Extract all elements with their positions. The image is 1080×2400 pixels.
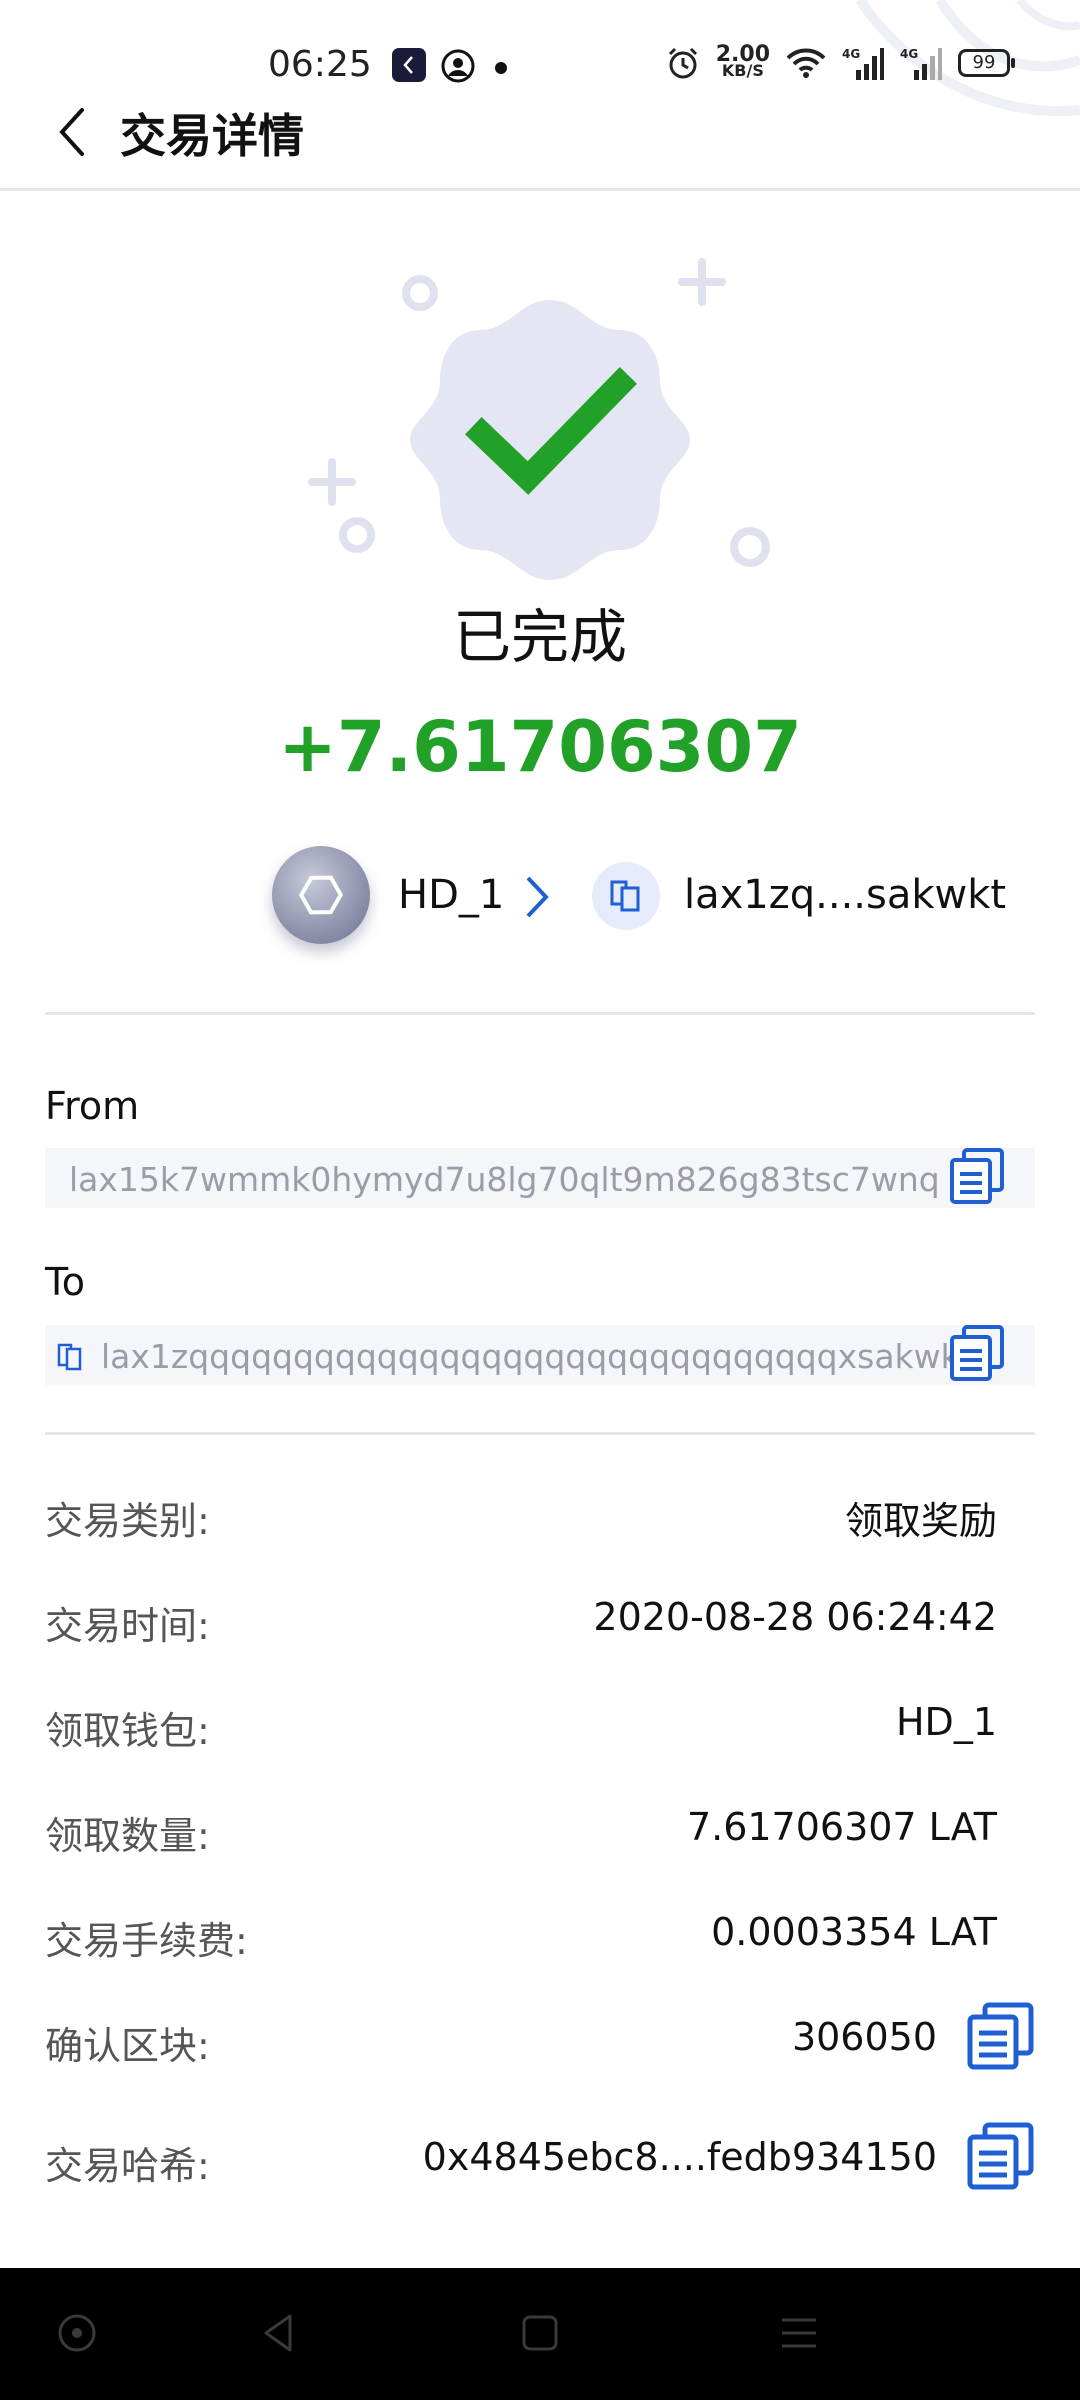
network-speed-unit: KB/S	[721, 61, 764, 80]
menu-nav-icon[interactable]	[776, 2310, 822, 2356]
wifi-icon	[786, 48, 826, 78]
network-speed: 2.00 KB/S	[716, 44, 770, 80]
detail-label: 交易时间:	[45, 1604, 210, 1648]
detail-label: 领取钱包:	[45, 1709, 210, 1753]
detail-value: 0.0003354 LAT	[711, 1910, 997, 1954]
divider	[45, 1012, 1035, 1015]
detail-row-hash: 交易哈希: 0x4845ebc8....fedb934150	[45, 2122, 1035, 2195]
detail-row-wallet: 领取钱包: HD_1	[45, 1690, 1035, 1760]
transaction-detail-screen: 06:25 2.00 KB/S 4G 4G 99 交易详情 已完成 +7.617…	[0, 0, 1080, 2400]
success-badge-icon	[308, 258, 770, 580]
copy-icon[interactable]	[947, 1146, 1007, 1206]
transaction-status: 已完成	[452, 603, 627, 671]
detail-row-quantity: 领取数量: 7.61706307 LAT	[45, 1795, 1035, 1865]
page-title: 交易详情	[120, 109, 304, 163]
from-address-field: lax15k7wmmk0hymyd7u8lg70qlt9m826g83tsc7w…	[45, 1148, 1035, 1208]
detail-value: HD_1	[895, 1700, 997, 1744]
detail-row-type: 交易类别: 领取奖励	[45, 1480, 1035, 1550]
detail-row-fee: 交易手续费: 0.0003354 LAT	[45, 1900, 1035, 1970]
detail-value: 7.61706307 LAT	[686, 1805, 997, 1849]
from-label: From	[45, 1084, 140, 1128]
copy-icon[interactable]	[965, 2001, 1035, 2071]
app-notification-icon	[392, 48, 426, 82]
status-icons: 2.00 KB/S 4G 4G 99	[666, 44, 1015, 80]
detail-label: 确认区块:	[45, 2024, 210, 2068]
signal-4g-icon: 4G	[842, 47, 884, 80]
detail-label: 领取数量:	[45, 1814, 210, 1858]
divider	[45, 1432, 1035, 1435]
assistant-nav-icon[interactable]	[54, 2310, 100, 2356]
network-type-1: 4G	[842, 47, 860, 61]
notification-dot	[495, 62, 507, 74]
alarm-icon	[668, 47, 697, 79]
assistant-notification-icon	[441, 49, 475, 83]
app-header: 交易详情	[0, 90, 1080, 190]
home-nav-icon[interactable]	[517, 2310, 563, 2356]
contract-icon	[592, 862, 660, 930]
to-address-short: lax1zq....sakwkt	[684, 872, 1007, 918]
detail-label: 交易哈希:	[45, 2144, 210, 2188]
to-address-field: lax1zqqqqqqqqqqqqqqqqqqqqqqqqqqqqqqqxsak…	[45, 1325, 1035, 1385]
transfer-summary: HD_1 lax1zq....sakwkt	[272, 846, 1032, 946]
arrow-right-icon	[526, 876, 549, 918]
detail-row-block: 确认区块: 306050	[45, 2002, 1035, 2075]
signal-4g-icon-2: 4G	[900, 47, 942, 80]
from-address: lax15k7wmmk0hymyd7u8lg70qlt9m826g83tsc7w…	[69, 1160, 940, 1199]
system-nav-bar	[0, 2268, 1080, 2400]
wallet-avatar	[272, 846, 370, 944]
detail-value: 306050	[791, 2015, 937, 2059]
detail-row-time: 交易时间: 2020-08-28 06:24:42	[45, 1585, 1035, 1655]
detail-label: 交易类别:	[45, 1499, 210, 1543]
transaction-amount: +7.61706307	[278, 706, 802, 788]
network-type-2: 4G	[900, 47, 918, 61]
copy-icon[interactable]	[965, 2121, 1035, 2191]
to-label: To	[45, 1260, 86, 1304]
status-time: 06:25	[268, 44, 372, 85]
to-address: lax1zqqqqqqqqqqqqqqqqqqqqqqqqqqqqqqqxsak…	[101, 1337, 973, 1376]
detail-value: 0x4845ebc8....fedb934150	[422, 2135, 937, 2179]
back-chevron-icon[interactable]	[52, 102, 92, 162]
battery-icon: 99	[958, 49, 1015, 77]
detail-value: 2020-08-28 06:24:42	[593, 1595, 997, 1639]
back-nav-icon[interactable]	[256, 2310, 302, 2356]
detail-value: 领取奖励	[844, 1499, 997, 1543]
copy-icon[interactable]	[947, 1323, 1007, 1383]
contract-mini-icon	[57, 1343, 82, 1371]
from-wallet-name: HD_1	[398, 872, 505, 918]
header-divider	[0, 188, 1080, 191]
detail-label: 交易手续费:	[45, 1919, 248, 1963]
hexagon-icon	[298, 875, 344, 915]
